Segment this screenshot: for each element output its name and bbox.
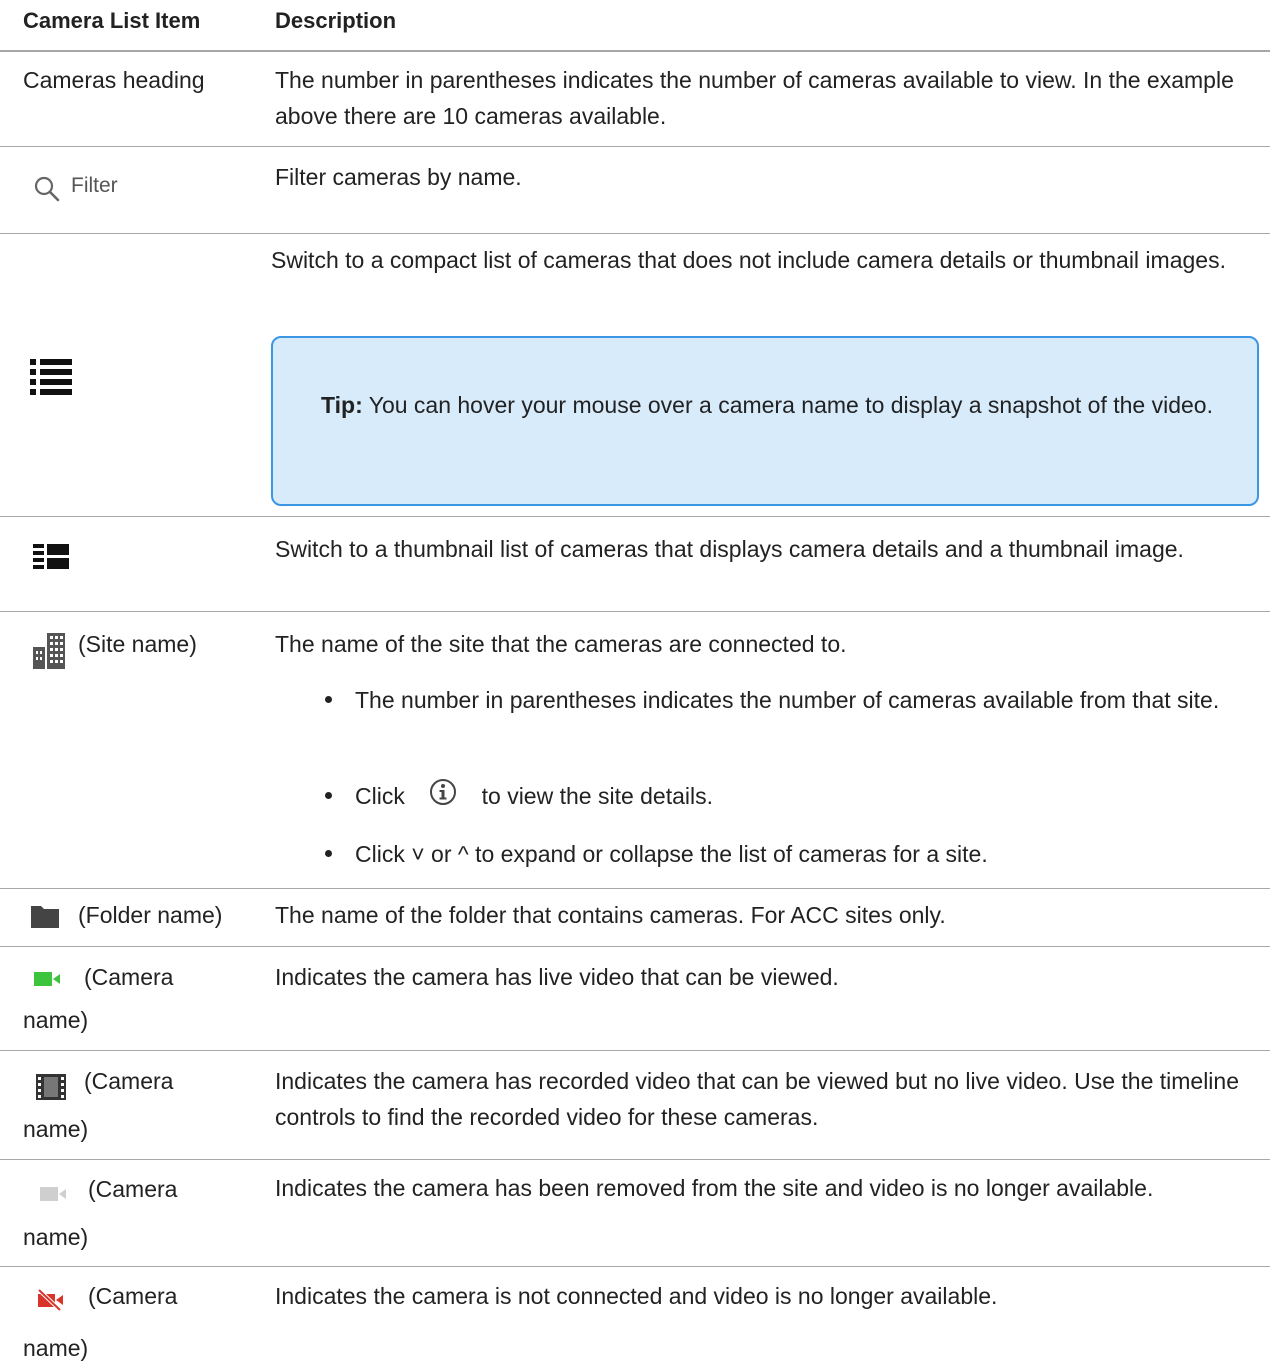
table-row: Filter Filter cameras by name.	[0, 147, 1270, 234]
bullet-dot	[325, 850, 332, 857]
tip-box: Tip: You can hover your mouse over a cam…	[271, 336, 1259, 506]
disconnected-camera-desc: Indicates the camera is not connected an…	[275, 1283, 998, 1309]
search-icon	[34, 176, 60, 202]
table-row: (Camera name) Indicates the camera has l…	[0, 947, 1270, 1051]
building-icon	[33, 633, 65, 669]
camera-name-label: (Camera	[84, 964, 174, 990]
camera-name-label: (Camera	[88, 1283, 178, 1309]
site-desc: The name of the site that the cameras ar…	[275, 631, 847, 657]
table-row: (Camera name) Indicates the camera is no…	[0, 1267, 1270, 1361]
bullet-dot	[325, 792, 332, 799]
camera-disconnected-icon	[37, 1289, 63, 1311]
info-icon	[430, 779, 457, 805]
table-row: (Camera name) Indicates the camera has r…	[0, 1051, 1270, 1160]
table-row: Cameras heading The number in parenthese…	[0, 52, 1270, 147]
tip-text: Tip: You can hover your mouse over a cam…	[321, 386, 1221, 424]
site-bullet-2-rest: to view the site details.	[481, 783, 714, 809]
folder-icon	[31, 906, 59, 928]
live-camera-icon	[34, 972, 60, 986]
removed-camera-icon	[40, 1187, 66, 1201]
header-camera-list-item: Camera List Item	[23, 8, 201, 33]
table-row: (Folder name) The name of the folder tha…	[0, 889, 1270, 947]
folder-desc: The name of the folder that contains cam…	[275, 902, 946, 928]
compact-list-icon	[30, 359, 72, 395]
site-bullet-2: Click to view the site details.	[355, 778, 1240, 814]
cameras-heading-desc: The number in parentheses indicates the …	[275, 67, 1234, 129]
camera-name-label-2: name)	[23, 1224, 89, 1250]
camera-name-label: (Camera	[84, 1068, 174, 1094]
table-row: Switch to a thumbnail list of cameras th…	[0, 517, 1270, 612]
film-strip-icon	[36, 1074, 66, 1100]
compact-desc: Switch to a compact list of cameras that…	[271, 247, 1226, 273]
thumbnail-desc: Switch to a thumbnail list of cameras th…	[275, 536, 1184, 562]
camera-name-label: (Camera	[88, 1176, 178, 1202]
recorded-camera-desc: Indicates the camera has recorded video …	[275, 1068, 1240, 1130]
camera-name-label-2: name)	[23, 1007, 89, 1033]
camera-name-label-2: name)	[23, 1116, 89, 1142]
table-row: Switch to a compact list of cameras that…	[0, 234, 1270, 517]
folder-name-label: (Folder name)	[78, 902, 223, 928]
cameras-heading-label: Cameras heading	[23, 67, 205, 93]
thumbnail-list-icon	[33, 544, 69, 569]
site-bullet-1: The number in parentheses indicates the …	[355, 687, 1220, 713]
table-row: (Camera name) Indicates the camera has b…	[0, 1160, 1270, 1267]
camera-name-label-2: name)	[23, 1335, 89, 1361]
table-row: (Site name) The name of the site that th…	[0, 612, 1270, 889]
site-bullet-2-click: Click	[355, 783, 405, 809]
removed-camera-desc: Indicates the camera has been removed fr…	[275, 1175, 1154, 1201]
site-name-label: (Site name)	[78, 631, 197, 657]
bullet-dot	[325, 696, 332, 703]
tip-label: Tip:	[321, 392, 363, 418]
filter-label: Filter	[71, 174, 118, 197]
header-description: Description	[275, 8, 397, 33]
filter-desc: Filter cameras by name.	[275, 164, 522, 190]
tip-body: You can hover your mouse over a camera n…	[368, 392, 1213, 418]
table-header: Camera List Item Description	[0, 0, 1270, 52]
site-bullet-3: Click ˅ or ^ to expand or collapse the l…	[355, 841, 988, 867]
live-camera-desc: Indicates the camera has live video that…	[275, 964, 839, 990]
